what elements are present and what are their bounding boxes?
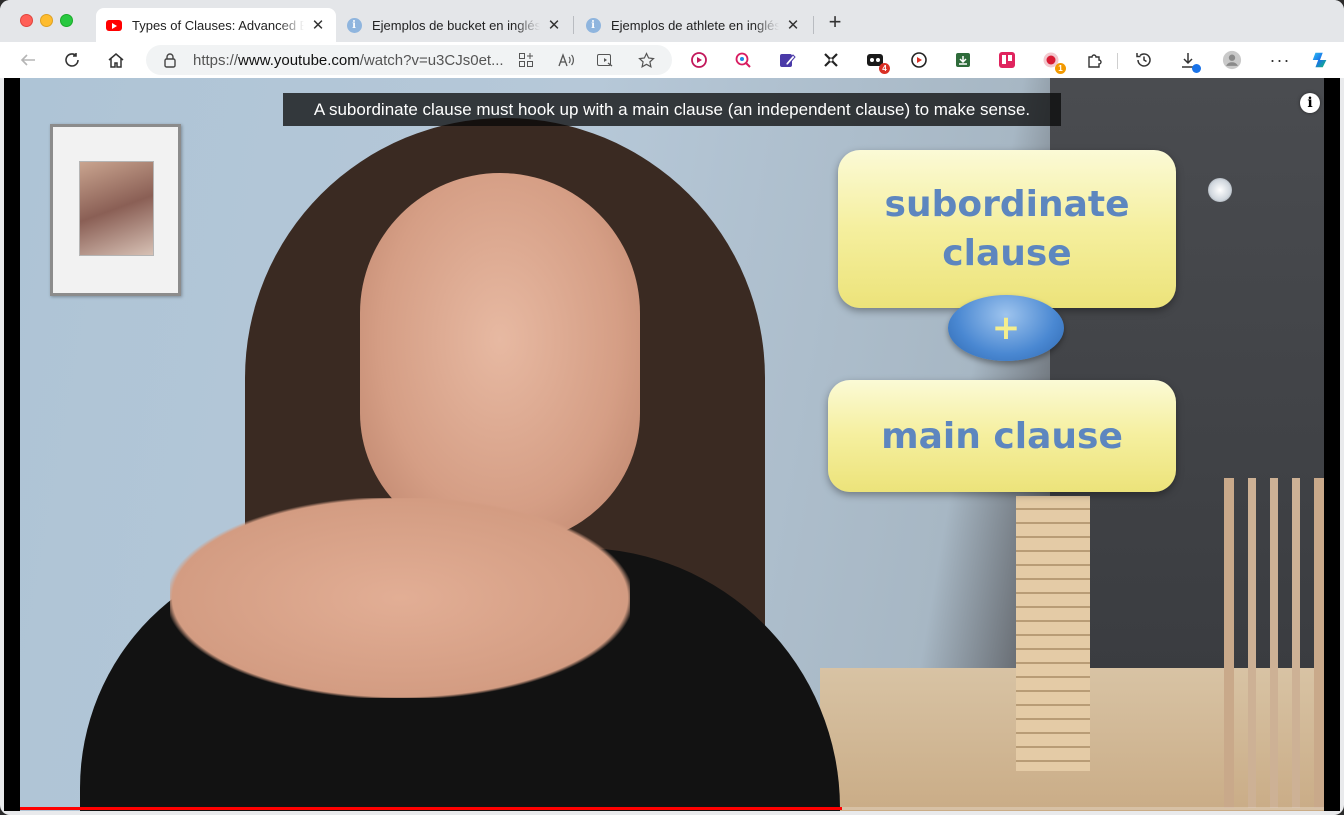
slide-main-clause: main clause	[828, 380, 1176, 492]
history-icon[interactable]	[1134, 50, 1154, 70]
reload-icon	[65, 53, 79, 67]
tab-title: Ejemplos de athlete en inglés | Dicciona…	[611, 17, 779, 33]
video-extension-icon[interactable]	[689, 50, 709, 70]
copilot-icon[interactable]	[1310, 50, 1330, 70]
address-bar[interactable]: https://www.youtube.com/watch?v=u3CJs0et…	[146, 45, 672, 75]
url-host: www.youtube.com	[238, 52, 360, 69]
tab-title: Types of Clauses: Advanced English	[132, 17, 304, 33]
tab-separator	[813, 16, 814, 34]
home-icon	[108, 53, 124, 68]
profile-avatar[interactable]	[1222, 50, 1242, 70]
minimize-window-button[interactable]	[40, 14, 53, 27]
slide-subordinate-clause: subordinate clause	[838, 150, 1176, 308]
wall-picture	[50, 124, 181, 296]
slide-top-line1: subordinate	[884, 184, 1130, 225]
reload-button[interactable]	[60, 48, 84, 72]
trello-extension-icon[interactable]	[997, 50, 1017, 70]
progress-bar[interactable]	[20, 807, 1324, 810]
url-prefix: https://	[193, 52, 239, 69]
lock-icon[interactable]	[162, 52, 178, 68]
progress-fill	[20, 807, 842, 810]
more-menu-icon[interactable]: ···	[1270, 50, 1290, 70]
download-box-extension-icon[interactable]	[953, 50, 973, 70]
maximize-window-button[interactable]	[60, 14, 73, 27]
read-aloud-icon[interactable]	[556, 50, 576, 70]
tab-bucket[interactable]: i Ejemplos de bucket en inglés | Diccion…	[336, 8, 572, 42]
chair	[1224, 478, 1324, 808]
game-extension-icon[interactable]: 4	[865, 50, 890, 74]
edit-extension-icon[interactable]	[777, 50, 797, 70]
presenter-hands	[170, 498, 630, 698]
browser-toolbar: https://www.youtube.com/watch?v=u3CJs0et…	[0, 42, 1344, 78]
video-player[interactable]: subordinate clause + main clause A subor…	[4, 78, 1340, 811]
downloads-icon[interactable]	[1178, 50, 1201, 73]
tab-bar: Types of Clauses: Advanced English ✕ i E…	[0, 0, 1344, 42]
extension-badge: 1	[1055, 63, 1066, 74]
arrow-left-icon	[20, 54, 35, 66]
close-tab-icon[interactable]: ✕	[546, 17, 562, 34]
close-tab-icon[interactable]: ✕	[310, 17, 326, 34]
info-icon: i	[585, 17, 601, 33]
download-indicator	[1192, 64, 1201, 73]
sparkle-extension-icon[interactable]	[821, 50, 841, 70]
immersive-reader-icon[interactable]	[595, 50, 615, 70]
slide-top-line2: clause	[942, 233, 1072, 274]
home-button[interactable]	[104, 48, 128, 72]
slide-bottom-text: main clause	[881, 415, 1123, 457]
extensions-puzzle-icon[interactable]	[1085, 50, 1105, 70]
info-icon: i	[346, 17, 362, 33]
browser-window: Types of Clauses: Advanced English ✕ i E…	[0, 0, 1344, 815]
video-frame: subordinate clause + main clause	[20, 78, 1324, 811]
subtitle-caption: A subordinate clause must hook up with a…	[283, 93, 1061, 126]
tab-youtube[interactable]: Types of Clauses: Advanced English ✕	[96, 8, 336, 42]
tab-title: Ejemplos de bucket en inglés | Diccionar…	[372, 17, 540, 33]
close-tab-icon[interactable]: ✕	[785, 17, 801, 34]
back-button[interactable]	[16, 48, 40, 72]
tab-separator	[573, 16, 574, 34]
hanging-lamp	[1208, 178, 1232, 202]
toolbar-divider	[1117, 53, 1118, 69]
extension-badge: 4	[879, 63, 890, 74]
record-extension-icon[interactable]	[909, 50, 929, 70]
app-available-icon[interactable]	[516, 50, 536, 70]
tab-athlete[interactable]: i Ejemplos de athlete en inglés | Diccio…	[575, 8, 811, 42]
red-dot-extension-icon[interactable]: 1	[1041, 50, 1066, 74]
presenter-face	[360, 173, 640, 543]
info-icon[interactable]: i	[1300, 93, 1320, 113]
search-extension-icon[interactable]	[733, 50, 753, 70]
new-tab-button[interactable]: +	[824, 11, 846, 34]
youtube-icon	[106, 17, 122, 33]
url-path: /watch?v=u3CJs0et...	[359, 52, 504, 69]
block-tower	[1016, 496, 1090, 771]
url-text[interactable]: https://www.youtube.com/watch?v=u3CJs0et…	[193, 52, 504, 69]
favorite-star-icon[interactable]	[636, 50, 656, 70]
close-window-button[interactable]	[20, 14, 33, 27]
slide-plus: +	[948, 295, 1064, 361]
